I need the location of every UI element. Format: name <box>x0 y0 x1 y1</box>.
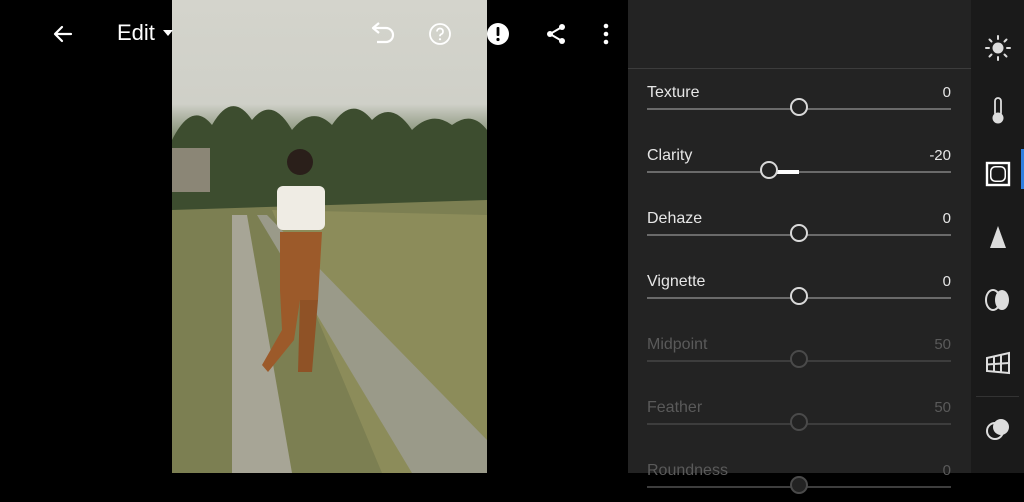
light-icon[interactable] <box>971 21 1024 75</box>
vignette-slider-row: Vignette 0 <box>647 273 951 313</box>
vignette-label: Vignette <box>647 273 706 290</box>
clarity-slider-row: Clarity -20 <box>647 147 951 187</box>
rail-divider <box>976 396 1019 397</box>
clarity-label: Clarity <box>647 147 693 164</box>
top-toolbar: Edit <box>0 0 628 68</box>
tool-rail <box>971 0 1024 473</box>
undo-icon[interactable] <box>365 17 399 51</box>
dehaze-label: Dehaze <box>647 210 703 227</box>
photo-preview[interactable] <box>172 0 487 473</box>
feather-value: 50 <box>934 399 951 416</box>
midpoint-value: 50 <box>934 336 951 353</box>
feather-slider-row: Feather 50 <box>647 399 951 439</box>
image-canvas[interactable]: Edit <box>0 0 628 473</box>
texture-value: 0 <box>942 84 951 101</box>
effects-panel: Texture 0 Clarity -20 Dehaze 0 Vignette 0 Midpoi… <box>628 0 971 494</box>
roundness-value: 0 <box>942 462 951 479</box>
texture-label: Texture <box>647 84 700 101</box>
dehaze-slider-thumb[interactable] <box>790 224 808 242</box>
alert-icon[interactable] <box>481 17 515 51</box>
share-icon[interactable] <box>539 17 573 51</box>
midpoint-label: Midpoint <box>647 336 708 353</box>
optics-icon[interactable] <box>971 273 1024 327</box>
texture-slider-row: Texture 0 <box>647 84 951 124</box>
midpoint-slider-thumb <box>790 350 808 368</box>
color-icon[interactable] <box>971 84 1024 138</box>
back-arrow-icon[interactable] <box>46 17 80 51</box>
edit-title: Edit <box>117 20 155 45</box>
vignette-slider-thumb[interactable] <box>790 287 808 305</box>
clarity-slider-thumb[interactable] <box>759 161 778 179</box>
help-icon[interactable] <box>423 17 457 51</box>
photo-scene <box>172 106 487 473</box>
feather-label: Feather <box>647 399 703 416</box>
dehaze-slider-row: Dehaze 0 <box>647 210 951 250</box>
panel-header <box>628 0 971 69</box>
texture-slider-thumb[interactable] <box>790 98 808 116</box>
more-vert-icon[interactable] <box>589 17 623 51</box>
presets-icon[interactable] <box>971 402 1024 456</box>
roundness-slider-thumb <box>790 476 808 494</box>
roundness-label: Roundness <box>647 462 728 479</box>
clarity-value: -20 <box>929 147 951 164</box>
edit-mode-dropdown[interactable]: Edit <box>117 20 173 46</box>
midpoint-slider-row: Midpoint 50 <box>647 336 951 376</box>
dehaze-value: 0 <box>942 210 951 227</box>
clarity-slider-track[interactable] <box>647 171 951 173</box>
detail-icon[interactable] <box>971 210 1024 264</box>
geometry-icon[interactable] <box>971 336 1024 390</box>
effects-icon[interactable] <box>971 147 1024 201</box>
vignette-value: 0 <box>942 273 951 290</box>
roundness-slider-row: Roundness 0 <box>647 462 951 502</box>
feather-slider-thumb <box>790 413 808 431</box>
chevron-down-icon <box>162 30 173 36</box>
